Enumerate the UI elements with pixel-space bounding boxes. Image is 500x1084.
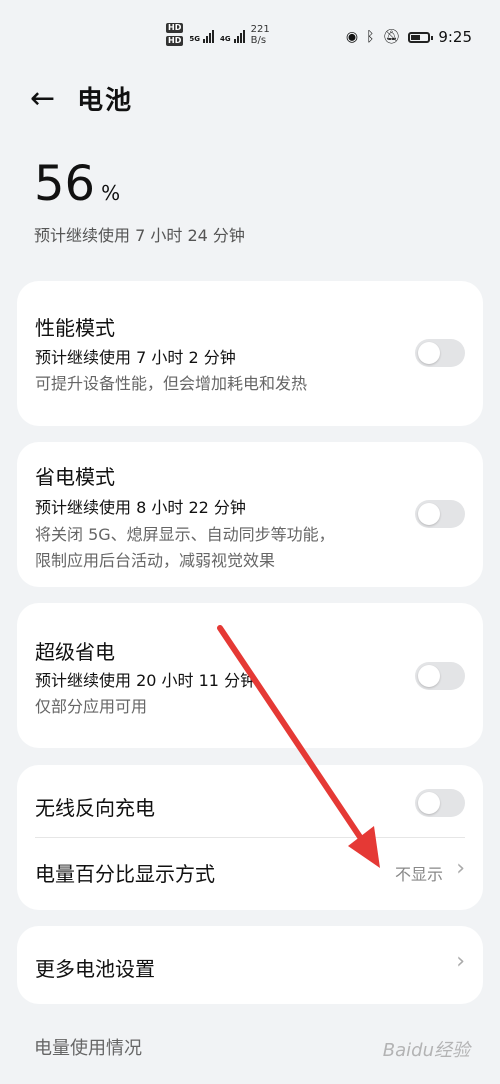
- super-saving-card[interactable]: 超级省电 预计继续使用 20 小时 11 分钟 仅部分应用可用: [17, 603, 483, 748]
- power-saving-toggle[interactable]: [415, 500, 465, 528]
- status-right: ◉ ᛒ 🔕︎ 9:25: [346, 28, 472, 46]
- hd-icon: HD HD: [166, 23, 184, 46]
- network2-label: 4G: [219, 34, 231, 43]
- chevron-right-icon: ›: [456, 949, 465, 974]
- speed-value: 221: [250, 23, 270, 35]
- super-saving-toggle[interactable]: [415, 662, 465, 690]
- status-left: HD HD 5G 4G 221 B/s: [166, 23, 270, 46]
- power-saving-desc-1: 将关闭 5G、熄屏显示、自动同步等功能，: [35, 525, 335, 544]
- battery-percent-unit: %: [101, 181, 121, 205]
- clock: 9:25: [438, 28, 472, 46]
- wireless-reverse-title: 无线反向充电: [35, 796, 155, 820]
- wireless-reverse-toggle[interactable]: [415, 789, 465, 817]
- usage-section-title: 电量使用情况: [34, 1038, 142, 1059]
- performance-mode-title: 性能模式: [35, 316, 115, 340]
- bluetooth-icon: ᛒ: [366, 29, 375, 45]
- battery-percent-value: 56: [34, 156, 96, 212]
- battery-percent: 56%: [34, 156, 120, 221]
- power-saving-card[interactable]: 省电模式 预计继续使用 8 小时 22 分钟 将关闭 5G、熄屏显示、自动同步等…: [17, 442, 483, 587]
- battery-icon: [408, 31, 434, 43]
- power-saving-estimate: 预计继续使用 8 小时 22 分钟: [35, 498, 246, 517]
- battery-remaining: 预计继续使用 7 小时 24 分钟: [34, 226, 245, 245]
- chevron-right-icon: ›: [456, 856, 465, 881]
- performance-mode-toggle[interactable]: [415, 339, 465, 367]
- more-battery-settings-title: 更多电池设置: [35, 957, 155, 981]
- status-bar: HD HD 5G 4G 221 B/s ◉ ᛒ 🔕︎ 9:25: [0, 0, 500, 76]
- percentage-display-value: 不显示: [394, 865, 443, 884]
- more-battery-settings-row[interactable]: 更多电池设置 ›: [17, 926, 483, 1004]
- power-saving-desc-2: 限制应用后台活动，减弱视觉效果: [35, 551, 276, 570]
- percentage-display-title: 电量百分比显示方式: [35, 862, 215, 886]
- eye-icon: ◉: [345, 29, 359, 45]
- speed-unit: B/s: [250, 34, 267, 46]
- super-saving-title: 超级省电: [35, 640, 115, 664]
- super-saving-estimate: 预计继续使用 20 小时 11 分钟: [35, 671, 257, 690]
- power-saving-title: 省电模式: [35, 465, 115, 489]
- mute-icon: 🔕︎: [382, 29, 401, 45]
- net-speed: 221 B/s: [251, 24, 270, 46]
- watermark-logo: Baidu经验: [382, 1040, 470, 1061]
- page-title: 电池: [77, 86, 134, 116]
- network-label: 5G: [189, 34, 200, 43]
- display-options-card: 无线反向充电 电量百分比显示方式 不显示 ›: [17, 765, 483, 910]
- super-saving-desc: 仅部分应用可用: [35, 697, 148, 716]
- performance-mode-desc: 可提升设备性能，但会增加耗电和发热: [35, 374, 308, 393]
- arrow-left-icon[interactable]: ←: [30, 81, 55, 116]
- page-header: ← 电池: [30, 80, 133, 117]
- performance-mode-card[interactable]: 性能模式 预计继续使用 7 小时 2 分钟 可提升设备性能，但会增加耗电和发热: [17, 281, 483, 426]
- signal-4g-icon: 4G: [220, 27, 245, 43]
- performance-mode-estimate: 预计继续使用 7 小时 2 分钟: [35, 348, 236, 367]
- signal-5g-icon: 5G: [189, 27, 214, 43]
- percentage-display-row[interactable]: 电量百分比显示方式 不显示 ›: [17, 838, 483, 910]
